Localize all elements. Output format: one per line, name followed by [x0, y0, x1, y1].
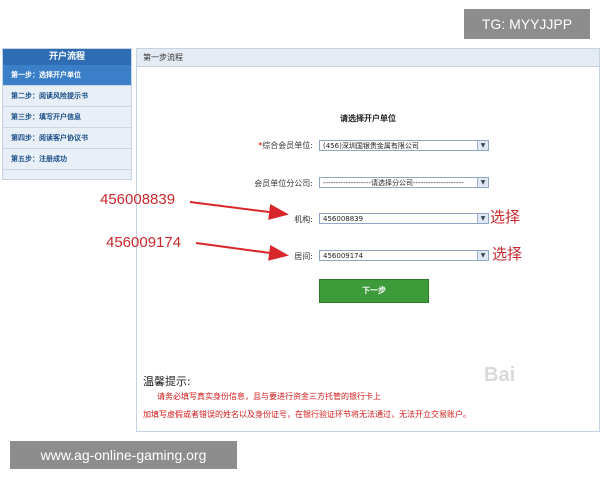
- main-panel: 第一步流程 请选择开户单位 *综合会员单位: (456)深圳国银贵金属有限公司 …: [136, 48, 600, 432]
- sidebar-item-step4[interactable]: 第四步：阅读客户协议书: [3, 128, 131, 149]
- tips-title: 温馨提示:: [143, 375, 191, 388]
- main-header: 第一步流程: [137, 49, 599, 67]
- org-label: 机构:: [294, 215, 313, 224]
- chevron-down-icon: ▼: [477, 251, 488, 260]
- tg-label: TG: MYYJJPP: [464, 9, 590, 39]
- org-select[interactable]: 456008839 ▼: [319, 213, 489, 224]
- member-unit-select[interactable]: (456)深圳国银贵金属有限公司 ▼: [319, 140, 489, 151]
- select-annotation-1: 选择: [490, 208, 521, 226]
- member-unit-value: (456)深圳国银贵金属有限公司: [323, 142, 419, 150]
- form-title: 请选择开户单位: [340, 114, 396, 123]
- branch-label: 会员单位分公司:: [254, 179, 313, 188]
- tips-line-2: 加填写虚假或者错误的姓名以及身份证号，在银行验证环节将无法通过，无法开立交易账户…: [143, 410, 471, 419]
- next-step-button[interactable]: 下一步: [319, 279, 429, 303]
- sidebar-item-step5[interactable]: 第五步：注册成功: [3, 149, 131, 170]
- chevron-down-icon: ▼: [477, 214, 488, 223]
- sidebar-item-step3[interactable]: 第三步：填写开户信息: [3, 107, 131, 128]
- tips-line-1: 请务必填写真实身份信息，且与要进行资金三方托管的银行卡上: [157, 392, 381, 401]
- branch-value: -------------------请选择分公司---------------…: [323, 179, 464, 187]
- sidebar-item-step1[interactable]: 第一步：选择开户单位: [3, 65, 131, 86]
- member-unit-label: *综合会员单位:: [258, 141, 313, 150]
- broker-select[interactable]: 456009174 ▼: [319, 250, 489, 261]
- org-number-annotation: 456008839: [100, 191, 176, 208]
- broker-label: 居间:: [294, 252, 313, 261]
- sidebar-item-step2[interactable]: 第二步：阅读风险提示书: [3, 86, 131, 107]
- broker-number-annotation: 456009174: [106, 234, 182, 251]
- sidebar-title: 开户流程: [3, 49, 131, 65]
- site-watermark: www.ag-online-gaming.org: [10, 441, 237, 469]
- org-value: 456008839: [323, 215, 364, 223]
- branch-select[interactable]: -------------------请选择分公司---------------…: [319, 177, 489, 188]
- select-annotation-2: 选择: [492, 245, 523, 263]
- chevron-down-icon: ▼: [477, 141, 488, 150]
- sidebar: 开户流程 第一步：选择开户单位 第二步：阅读风险提示书 第三步：填写开户信息 第…: [2, 48, 132, 180]
- chevron-down-icon: ▼: [477, 178, 488, 187]
- broker-value: 456009174: [323, 252, 364, 260]
- baidu-watermark: Bai: [484, 364, 516, 386]
